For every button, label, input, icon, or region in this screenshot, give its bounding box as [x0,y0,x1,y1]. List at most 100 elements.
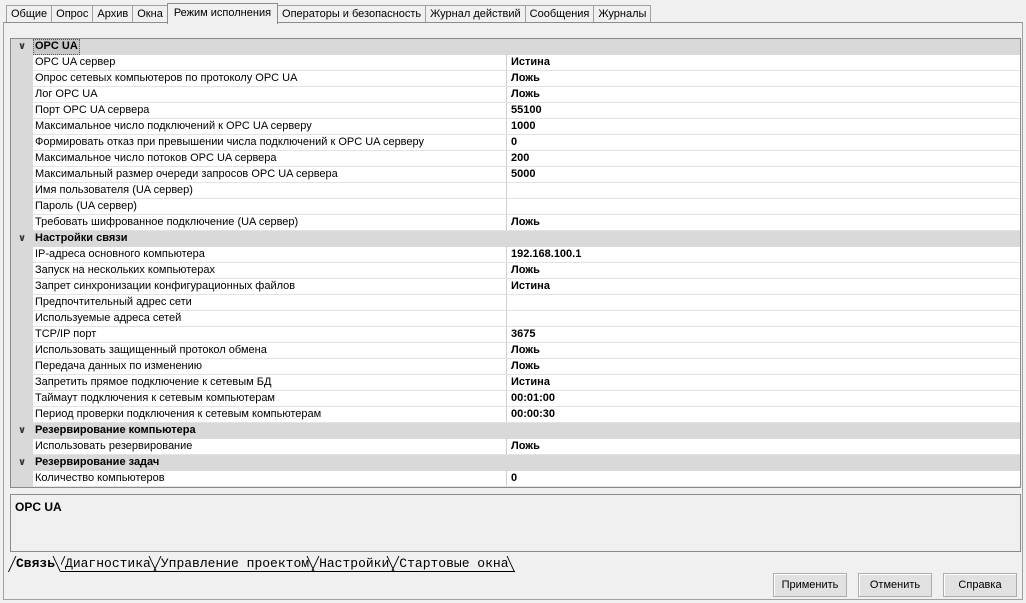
property-name: IP-адреса основного компьютера [33,247,507,263]
grid-category-label: Настройки связи [35,232,128,244]
property-value[interactable] [507,183,1020,199]
property-value[interactable]: 5000 [507,167,1020,183]
grid-gutter [11,167,33,183]
collapse-chevron-icon[interactable]: ∨ [11,231,33,247]
grid-category-label: Резервирование задач [35,456,160,468]
grid-gutter [11,199,33,215]
bottom-tab[interactable]: Стартовые окна [391,556,515,572]
bottom-tab-strip: Связь Диагностика Управление проектом Настр… [8,556,515,573]
description-title: OPC UA [15,500,62,514]
grid-gutter [11,103,33,119]
property-value[interactable] [507,311,1020,327]
grid-gutter [11,295,33,311]
grid-property-row[interactable]: Запрет синхронизации конфигурационных фа… [11,279,1020,295]
grid-property-row[interactable]: Количество компьютеров 0 [11,471,1020,487]
property-value[interactable]: Ложь [507,343,1020,359]
grid-gutter [11,439,33,455]
property-name: Предпочтительный адрес сети [33,295,507,311]
property-value[interactable]: Ложь [507,263,1020,279]
grid-property-row[interactable]: TCP/IP порт 3675 [11,327,1020,343]
grid-property-row[interactable]: Передача данных по изменению Ложь [11,359,1020,375]
grid-property-row[interactable]: IP-адреса основного компьютера 192.168.10… [11,247,1020,263]
property-value[interactable]: Истина [507,55,1020,71]
bottom-tab[interactable]: Управление проектом [152,556,316,572]
property-value[interactable]: 200 [507,151,1020,167]
grid-property-row[interactable]: Имя пользователя (UA сервер) [11,183,1020,199]
grid-category-label: OPC UA [33,39,80,55]
property-value[interactable]: Истина [507,375,1020,391]
collapse-chevron-icon[interactable]: ∨ [11,39,33,55]
property-name: Максимальное число потоков OPC UA сервер… [33,151,507,167]
grid-property-row[interactable]: Максимальное число потоков OPC UA сервер… [11,151,1020,167]
property-name: Запретить прямое подключение к сетевым Б… [33,375,507,391]
top-tab[interactable]: Общие [6,5,53,23]
property-name: Используемые адреса сетей [33,311,507,327]
property-value[interactable]: 0 [507,135,1020,151]
property-value[interactable]: Ложь [507,215,1020,231]
top-tab[interactable]: Архив [92,5,134,23]
top-tab[interactable]: Журналы [593,5,652,23]
top-tab[interactable]: Журнал действий [425,5,526,23]
property-value[interactable]: 0 [507,471,1020,487]
grid-property-row[interactable]: Опрос сетевых компьютеров по протоколу O… [11,71,1020,87]
property-name: Максимальное число подключений к OPC UA … [33,119,507,135]
property-value[interactable]: 1000 [507,119,1020,135]
property-value[interactable]: Ложь [507,439,1020,455]
grid-property-row[interactable]: Лог OPC UA Ложь [11,87,1020,103]
grid-property-row[interactable]: Использовать резервирование Ложь [11,439,1020,455]
grid-category-row[interactable]: ∨ Настройки связи [11,231,1020,247]
top-tab[interactable]: Окна [132,5,168,23]
bottom-tab[interactable]: Диагностика [57,556,157,572]
collapse-chevron-icon[interactable]: ∨ [11,423,33,439]
help-button[interactable]: Справка [943,573,1017,597]
property-value[interactable] [507,199,1020,215]
grid-property-row[interactable]: Требовать шифрованное подключение (UA се… [11,215,1020,231]
grid-category-label: Резервирование компьютера [35,424,196,436]
cancel-button[interactable]: Отменить [858,573,932,597]
grid-property-row[interactable]: Максимальное число подключений к OPC UA … [11,119,1020,135]
grid-category-row[interactable]: ∨ Резервирование компьютера [11,423,1020,439]
property-name: Количество компьютеров [33,471,507,487]
grid-property-row[interactable]: Порт OPC UA сервера 55100 [11,103,1020,119]
grid-property-row[interactable]: Запуск на нескольких компьютерах Ложь [11,263,1020,279]
property-value[interactable]: 00:01:00 [507,391,1020,407]
grid-category-row[interactable]: ∨ Резервирование задач [11,455,1020,471]
property-value[interactable]: 3675 [507,327,1020,343]
property-value[interactable]: 00:00:30 [507,407,1020,423]
grid-property-row[interactable]: Использовать защищенный протокол обмена Л… [11,343,1020,359]
grid-property-row[interactable]: Период проверки подключения к сетевым ко… [11,407,1020,423]
property-grid[interactable]: ∨ OPC UA OPC UA сервер Истина Опрос сетевых … [10,38,1021,488]
top-tab[interactable]: Операторы и безопасность [277,5,427,23]
grid-property-row[interactable]: Используемые адреса сетей [11,311,1020,327]
property-value[interactable]: 192.168.100.1 [507,247,1020,263]
grid-gutter [11,71,33,87]
grid-property-row[interactable]: Предпочтительный адрес сети [11,295,1020,311]
property-value[interactable]: Ложь [507,87,1020,103]
property-value[interactable]: Ложь [507,71,1020,87]
grid-category-row[interactable]: ∨ OPC UA [11,39,1020,55]
top-tab-strip: Общие Опрос Архив Окна Режим исполнения Опера… [6,3,652,24]
bottom-tab[interactable]: Связь [8,556,62,572]
property-name: Требовать шифрованное подключение (UA се… [33,215,507,231]
grid-property-row[interactable]: Формировать отказ при превышении числа п… [11,135,1020,151]
property-value[interactable]: Истина [507,279,1020,295]
grid-gutter [11,183,33,199]
top-tab[interactable]: Опрос [51,5,94,23]
top-tab[interactable]: Режим исполнения [166,3,279,24]
apply-button[interactable]: Применить [773,573,847,597]
grid-gutter [11,263,33,279]
top-tab[interactable]: Сообщения [524,5,595,23]
property-value[interactable]: Ложь [507,359,1020,375]
collapse-chevron-icon[interactable]: ∨ [11,455,33,471]
property-name: Опрос сетевых компьютеров по протоколу O… [33,71,507,87]
property-value[interactable] [507,295,1020,311]
bottom-tab[interactable]: Настройки [311,556,396,572]
grid-property-row[interactable]: OPC UA сервер Истина [11,55,1020,71]
property-value[interactable]: 55100 [507,103,1020,119]
property-name: Использовать резервирование [33,439,507,455]
grid-property-row[interactable]: Пароль (UA сервер) [11,199,1020,215]
grid-gutter [11,119,33,135]
grid-property-row[interactable]: Запретить прямое подключение к сетевым Б… [11,375,1020,391]
grid-property-row[interactable]: Максимальный размер очереди запросов OPC… [11,167,1020,183]
grid-property-row[interactable]: Таймаут подключения к сетевым компьютера… [11,391,1020,407]
